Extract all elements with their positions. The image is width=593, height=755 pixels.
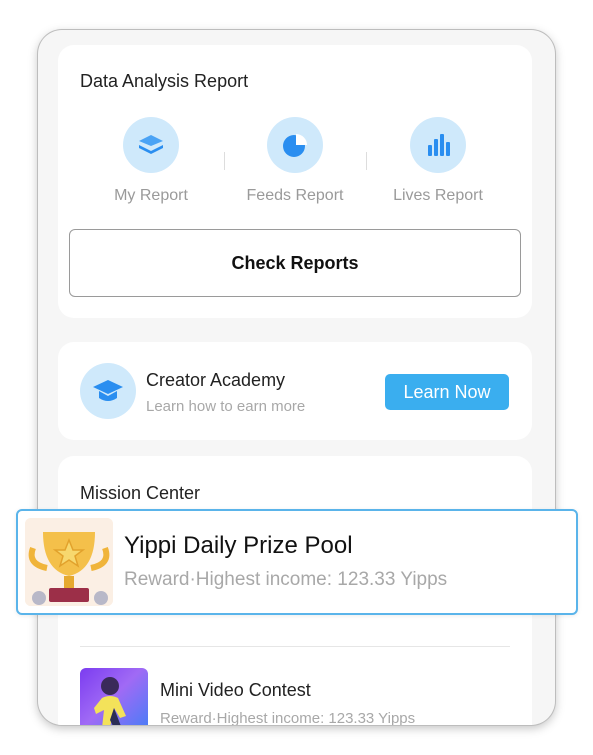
mission-item-daily-prize-pool[interactable]: Yippi Daily Prize Pool Reward·Highest in…: [16, 509, 578, 615]
phone-frame: Data Analysis Report My Report Feeds Rep…: [38, 30, 555, 725]
mission-item-title: Yippi Daily Prize Pool: [124, 532, 353, 559]
mission-center-title: Mission Center: [80, 483, 201, 503]
lives-report-label: Lives Report: [393, 187, 483, 204]
dancer-image: [80, 668, 148, 725]
graduation-cap-icon: [80, 363, 136, 419]
check-reports-button[interactable]: Check Reports: [69, 229, 521, 297]
report-row: My Report Feeds Report Lives Report: [58, 117, 532, 217]
divider: [80, 646, 510, 647]
learn-now-button[interactable]: Learn Now: [385, 374, 509, 410]
my-report-label: My Report: [114, 187, 188, 204]
mission-item-subtitle: Reward·Highest income: 123.33 Yipps: [124, 569, 448, 590]
bar-chart-icon: [410, 117, 466, 173]
mission-item-mini-video[interactable]: Mini Video Contest Reward·Highest income…: [80, 668, 520, 725]
data-analysis-card: Data Analysis Report My Report Feeds Rep…: [58, 45, 532, 318]
academy-title: Creator Academy: [146, 370, 286, 390]
mission-item-subtitle: Reward·Highest income: 123.33 Yipps: [160, 710, 416, 725]
pie-chart-icon: [267, 117, 323, 173]
academy-subtitle: Learn how to earn more: [146, 398, 306, 415]
lives-report-item[interactable]: Lives Report: [358, 117, 518, 205]
data-analysis-title: Data Analysis Report: [80, 71, 249, 91]
layers-icon: [123, 117, 179, 173]
feeds-report-item[interactable]: Feeds Report: [215, 117, 375, 205]
trophy-icon: [25, 518, 113, 606]
feeds-report-label: Feeds Report: [246, 187, 344, 204]
mission-item-title: Mini Video Contest: [160, 680, 311, 700]
creator-academy-card: Creator Academy Learn how to earn more L…: [58, 342, 532, 440]
my-report-item[interactable]: My Report: [71, 117, 231, 205]
